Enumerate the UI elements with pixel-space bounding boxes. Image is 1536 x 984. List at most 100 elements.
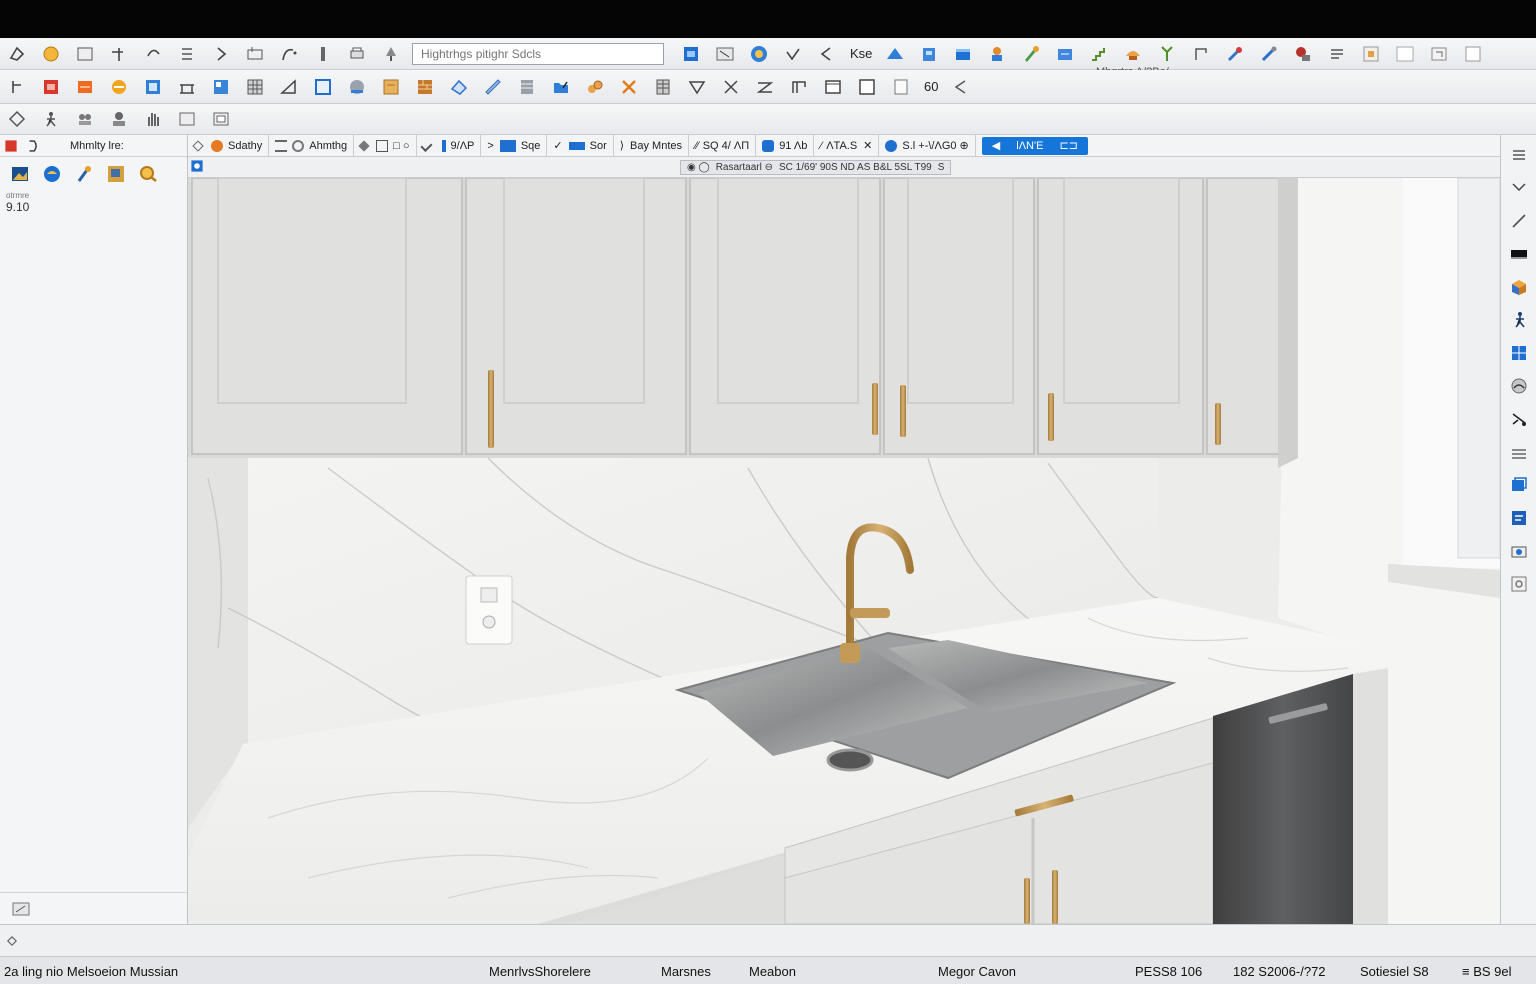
appliance-icon[interactable]	[1293, 44, 1313, 64]
joint-icon[interactable]	[585, 77, 605, 97]
orange-cabinet-icon[interactable]	[75, 77, 95, 97]
triangle-tool-icon[interactable]	[279, 77, 299, 97]
walk-icon[interactable]	[41, 109, 61, 129]
command-line[interactable]	[0, 924, 1536, 956]
square-tool-icon[interactable]	[857, 77, 877, 97]
target-icon[interactable]	[749, 44, 769, 64]
table-tool-icon[interactable]	[177, 77, 197, 97]
picture-icon[interactable]	[10, 164, 30, 184]
line-tool-icon[interactable]	[1509, 178, 1529, 198]
expand-panel-icon[interactable]	[11, 899, 31, 919]
grid-table-icon[interactable]	[653, 77, 673, 97]
prop-ata[interactable]: ⁄ ΛTA.S ✕	[814, 134, 880, 157]
brick-icon[interactable]	[415, 77, 435, 97]
panel-toggle-icon[interactable]	[1463, 44, 1483, 64]
down-triangle-icon[interactable]	[687, 77, 707, 97]
frame-icon[interactable]	[313, 77, 333, 97]
red-window-icon[interactable]	[41, 77, 61, 97]
status-item-1[interactable]: MenrlvsShorelere	[489, 964, 591, 979]
cursor-icon[interactable]	[7, 77, 27, 97]
ruler-icon[interactable]	[483, 77, 503, 97]
prop-sdathy[interactable]: Sdathy	[188, 134, 270, 157]
remove-icon[interactable]: ✕	[863, 139, 872, 152]
hatch-icon[interactable]	[245, 77, 265, 97]
scissors-icon[interactable]	[1509, 409, 1529, 429]
trim-icon[interactable]	[109, 44, 129, 64]
window-frame-icon[interactable]	[1361, 44, 1381, 64]
figure-icon[interactable]	[1509, 310, 1529, 330]
pen-icon[interactable]	[1509, 211, 1529, 231]
globe-icon[interactable]	[42, 164, 62, 184]
toolbar-strip-icon[interactable]	[1509, 244, 1529, 264]
status-item-5[interactable]: PESS8 106	[1135, 964, 1202, 979]
cut-icon[interactable]	[619, 77, 639, 97]
stair-icon[interactable]	[1089, 44, 1109, 64]
person-icon[interactable]	[987, 44, 1007, 64]
toolbar-field[interactable]: 60	[924, 79, 938, 94]
panel-b-icon[interactable]	[211, 109, 231, 129]
panel-a-icon[interactable]	[177, 109, 197, 129]
panel-close-icon[interactable]	[4, 139, 18, 153]
page-icon[interactable]	[891, 77, 911, 97]
elevation-icon[interactable]	[211, 77, 231, 97]
corner-icon[interactable]	[1191, 44, 1211, 64]
roof-icon[interactable]	[885, 44, 905, 64]
viewport-tab[interactable]: ◉ ◯ Rasartaarl ⊖ SC 1/69' 90S ND AS B&L …	[680, 160, 952, 175]
eraser-icon[interactable]	[449, 77, 469, 97]
forward-icon[interactable]	[211, 44, 231, 64]
plant-icon[interactable]	[1157, 44, 1177, 64]
render-viewport[interactable]	[188, 178, 1500, 924]
stack-icon[interactable]	[1509, 442, 1529, 462]
flag-icon[interactable]	[817, 44, 837, 64]
menu-icon[interactable]	[1509, 145, 1529, 165]
column-icon[interactable]	[313, 44, 333, 64]
room-icon[interactable]	[143, 77, 163, 97]
search-input[interactable]	[412, 42, 664, 65]
status-item-7[interactable]: Sotiesiel S8	[1360, 964, 1429, 979]
team-icon[interactable]	[109, 109, 129, 129]
sphere-icon[interactable]	[1509, 376, 1529, 396]
sun-icon[interactable]	[109, 77, 129, 97]
prop-91[interactable]: 91 Λb	[756, 134, 815, 157]
viewport-close-icon[interactable]	[190, 159, 204, 173]
list-icon[interactable]	[1327, 44, 1347, 64]
prop-sl[interactable]: S.l +-\/ΛG0 ⊕	[879, 134, 976, 157]
select-box-icon[interactable]	[75, 44, 95, 64]
back-arrow-icon[interactable]	[951, 77, 971, 97]
status-item-6[interactable]: 182 S2006-/?72	[1233, 964, 1326, 979]
hand-icon[interactable]	[143, 109, 163, 129]
light-icon[interactable]	[1123, 44, 1143, 64]
gate-icon[interactable]	[789, 77, 809, 97]
brush-icon[interactable]	[74, 164, 94, 184]
paint-icon[interactable]	[1021, 44, 1041, 64]
blue-layers-icon[interactable]	[1509, 475, 1529, 495]
status-item-8[interactable]: ≡ BS 9el	[1462, 964, 1512, 979]
restore-icon[interactable]	[1429, 44, 1449, 64]
prop-sqe[interactable]: > Sqe	[481, 134, 548, 157]
blank-panel-icon[interactable]	[1395, 44, 1415, 64]
tree-icon[interactable]	[381, 44, 401, 64]
window-tool-icon[interactable]	[823, 77, 843, 97]
panel-pin-icon[interactable]	[26, 139, 40, 153]
prop-shape[interactable]: □ ○	[354, 134, 417, 157]
tools-icon[interactable]	[1259, 44, 1279, 64]
prop-9lap[interactable]: 9/ΛP	[417, 134, 482, 157]
wrench-icon[interactable]	[1225, 44, 1245, 64]
prop-bay-mntes[interactable]: ⟩ Bay Mntes	[614, 134, 690, 157]
wood-icon[interactable]	[381, 77, 401, 97]
prop-ahmthg[interactable]: Ahmthg	[269, 134, 355, 157]
material-icon[interactable]	[347, 77, 367, 97]
floor-icon[interactable]	[517, 77, 537, 97]
status-item-3[interactable]: Meabon	[749, 964, 796, 979]
diamond-icon[interactable]	[7, 109, 27, 129]
printer-icon[interactable]	[347, 44, 367, 64]
close-x-icon[interactable]	[721, 77, 741, 97]
blue-grid-icon[interactable]	[1509, 343, 1529, 363]
grid-icon[interactable]	[177, 44, 197, 64]
door-icon[interactable]	[1055, 44, 1075, 64]
angle-icon[interactable]	[755, 77, 775, 97]
prop-sq[interactable]: ⁄⁄ SQ 4/ ΛΠ	[689, 134, 757, 157]
settings-icon[interactable]	[1509, 574, 1529, 594]
apply-button[interactable]: ◀ lΛN'E ⊏⊐	[981, 136, 1088, 155]
box-3d-icon[interactable]	[1509, 277, 1529, 297]
